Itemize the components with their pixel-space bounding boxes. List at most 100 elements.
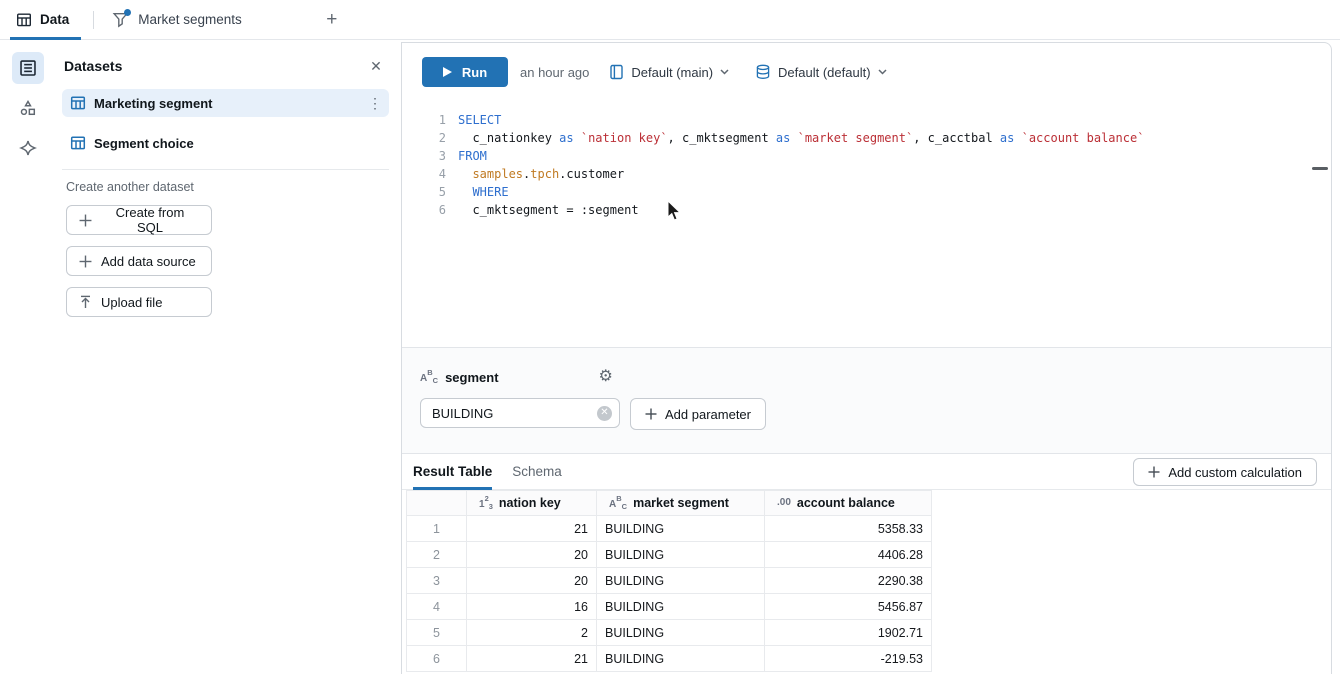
cell-nation-key: 2 [467,620,597,646]
divider [62,169,389,170]
active-tab-underline [10,37,81,40]
left-sidebar: Datasets ✕ Marketing segment ⋮ Segment cho… [0,41,401,672]
table-icon [16,12,32,28]
add-parameter-button[interactable]: Add parameter [630,398,766,430]
parameters-section: ABC segment ⚙ ✕ Add parameter [402,347,1331,453]
catalog-icon [609,64,624,80]
chevron-down-icon [878,69,887,75]
gear-icon[interactable]: ⚙ [599,369,613,385]
create-from-sql-button[interactable]: Create from SQL [66,205,212,235]
catalog-selector[interactable]: Default (main) [609,64,729,80]
dataset-list: Marketing segment ⋮ Segment choice [62,89,389,157]
code-line: 6 c_mktsegment = :segment [402,201,1331,219]
tab-market-segments-label: Market segments [138,12,242,27]
cell-market-segment: BUILDING [597,620,765,646]
shapes-canvas-icon[interactable] [12,92,44,124]
filter-icon [112,11,130,29]
top-tab-bar: Data Market segments + [0,0,1340,40]
warehouse-selector[interactable]: Default (default) [755,64,887,80]
tab-separator [93,11,94,29]
cell-market-segment: BUILDING [597,516,765,542]
code-text: samples.tpch.customer [458,165,624,183]
table-row: 416BUILDING5456.87 [407,594,932,620]
tab-market-segments[interactable]: Market segments [104,0,256,40]
row-number: 5 [407,620,467,646]
line-number: 3 [402,147,458,165]
cell-account-balance: -219.53 [765,646,932,672]
number-type-icon: 123 [479,495,493,511]
upload-file-button[interactable]: Upload file [66,287,212,317]
run-button[interactable]: Run [422,57,508,87]
datasets-panel-title: Datasets [64,58,122,74]
table-row: 320BUILDING2290.38 [407,568,932,594]
line-number: 6 [402,201,458,219]
dataset-item-label: Marketing segment [94,96,359,111]
sparkle-icon[interactable] [12,132,44,164]
code-text: c_mktsegment = :segment [458,201,639,219]
sql-editor[interactable]: 1SELECT2 c_nationkey as `nation key`, c_… [402,101,1331,347]
create-section-label: Create another dataset [66,180,389,194]
row-number: 2 [407,542,467,568]
chevron-down-icon [720,69,729,75]
button-label: Add data source [101,254,196,269]
table-row: 621BUILDING-219.53 [407,646,932,672]
parameter-value-input[interactable] [420,398,620,428]
cell-market-segment: BUILDING [597,594,765,620]
code-line: 3FROM [402,147,1331,165]
add-data-source-button[interactable]: Add data source [66,246,212,276]
code-line: 4 samples.tpch.customer [402,165,1331,183]
column-header-market-segment[interactable]: ABCmarket segment [597,491,765,516]
row-number: 6 [407,646,467,672]
kebab-menu-icon[interactable]: ⋮ [367,95,383,112]
clear-input-icon[interactable]: ✕ [597,406,612,421]
play-icon [443,67,452,77]
row-number: 3 [407,568,467,594]
column-header-account-balance[interactable]: .00 account balance [765,491,932,516]
cell-nation-key: 21 [467,646,597,672]
last-run-timestamp: an hour ago [520,65,589,80]
line-number: 2 [402,129,458,147]
code-text: c_nationkey as `nation key`, c_mktsegmen… [458,129,1144,147]
plus-icon [645,408,657,420]
editor-toolbar: Run an hour ago Default (main) Default (… [402,43,1331,101]
code-line: 5 WHERE [402,183,1331,201]
cell-market-segment: BUILDING [597,568,765,594]
column-header-label: market segment [633,496,729,510]
icon-rail [0,41,56,672]
row-number: 1 [407,516,467,542]
column-header-label: nation key [499,496,561,510]
results-section: Result Table Schema Add custom calculati… [402,453,1331,674]
button-label: Create from SQL [101,205,199,235]
dataset-item[interactable]: Marketing segment ⋮ [62,89,389,117]
cell-account-balance: 1902.71 [765,620,932,646]
datasets-panel: Datasets ✕ Marketing segment ⋮ Segment cho… [56,41,401,317]
decimal-type-icon: .00 [777,498,791,508]
code-line: 2 c_nationkey as `nation key`, c_mktsegm… [402,129,1331,147]
cell-account-balance: 5456.87 [765,594,932,620]
column-header-nation-key[interactable]: 123 nation key [467,491,597,516]
tab-result-table[interactable]: Result Table [413,454,492,490]
datasets-panel-icon[interactable] [12,52,44,84]
new-tab-button[interactable]: + [318,6,346,34]
tab-data-label: Data [40,12,69,27]
tab-schema[interactable]: Schema [512,454,562,490]
row-number: 4 [407,594,467,620]
tab-data[interactable]: Data [8,0,83,40]
dataset-item[interactable]: Segment choice [62,129,389,157]
cell-account-balance: 2290.38 [765,568,932,594]
plus-icon [79,255,92,268]
close-icon[interactable]: ✕ [365,55,387,77]
code-line: 1SELECT [402,111,1331,129]
line-number: 1 [402,111,458,129]
cell-nation-key: 20 [467,542,597,568]
dataset-item-label: Segment choice [94,136,383,151]
plus-icon [79,214,92,227]
button-label: Upload file [101,295,162,310]
add-custom-calculation-button[interactable]: Add custom calculation [1133,458,1317,486]
result-table: 123nation keyABCmarket segment.00account… [406,490,932,672]
code-text: WHERE [458,183,509,201]
scrollbar-handle[interactable] [1312,167,1328,170]
column-header-label: account balance [797,496,895,510]
code-text: FROM [458,147,487,165]
cell-nation-key: 21 [467,516,597,542]
